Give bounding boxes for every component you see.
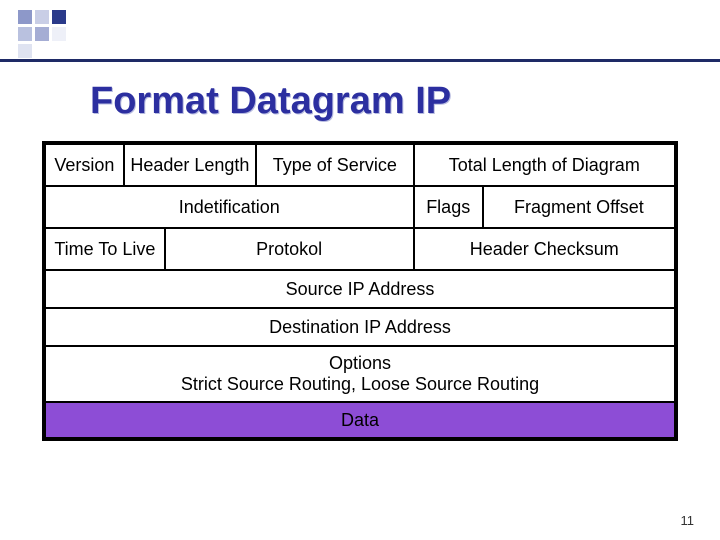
field-version: Version xyxy=(45,144,124,186)
field-total-length: Total Length of Diagram xyxy=(414,144,675,186)
ip-datagram-diagram: Version Header Length Type of Service To… xyxy=(42,141,678,441)
field-destination-ip: Destination IP Address xyxy=(45,308,675,346)
row-2: Indetification Flags Fragment Offset xyxy=(45,186,675,228)
field-source-ip: Source IP Address xyxy=(45,270,675,308)
page-number: 11 xyxy=(681,513,695,528)
square-icon xyxy=(18,44,32,58)
field-flags: Flags xyxy=(414,186,483,228)
square-icon xyxy=(35,44,49,58)
field-ttl: Time To Live xyxy=(45,228,165,270)
field-header-checksum: Header Checksum xyxy=(414,228,675,270)
options-line-2: Strict Source Routing, Loose Source Rout… xyxy=(181,374,539,395)
row-4: Source IP Address xyxy=(45,270,675,308)
field-type-of-service: Type of Service xyxy=(256,144,414,186)
square-icon xyxy=(52,10,66,24)
field-data: Data xyxy=(45,402,675,438)
row-1: Version Header Length Type of Service To… xyxy=(45,144,675,186)
slide-title: Format Datagram IP xyxy=(90,80,720,123)
decorative-squares xyxy=(18,10,66,58)
square-icon xyxy=(18,27,32,41)
options-line-1: Options xyxy=(329,353,391,374)
row-5: Destination IP Address xyxy=(45,308,675,346)
field-identification: Indetification xyxy=(45,186,414,228)
square-icon xyxy=(18,10,32,24)
field-header-length: Header Length xyxy=(124,144,256,186)
square-icon xyxy=(52,44,66,58)
row-3: Time To Live Protokol Header Checksum xyxy=(45,228,675,270)
row-6: Options Strict Source Routing, Loose Sou… xyxy=(45,346,675,402)
field-fragment-offset: Fragment Offset xyxy=(483,186,675,228)
row-7: Data xyxy=(45,402,675,438)
field-protocol: Protokol xyxy=(165,228,414,270)
field-options: Options Strict Source Routing, Loose Sou… xyxy=(45,346,675,402)
square-icon xyxy=(35,27,49,41)
square-icon xyxy=(35,10,49,24)
header-bar xyxy=(0,0,720,62)
square-icon xyxy=(52,27,66,41)
